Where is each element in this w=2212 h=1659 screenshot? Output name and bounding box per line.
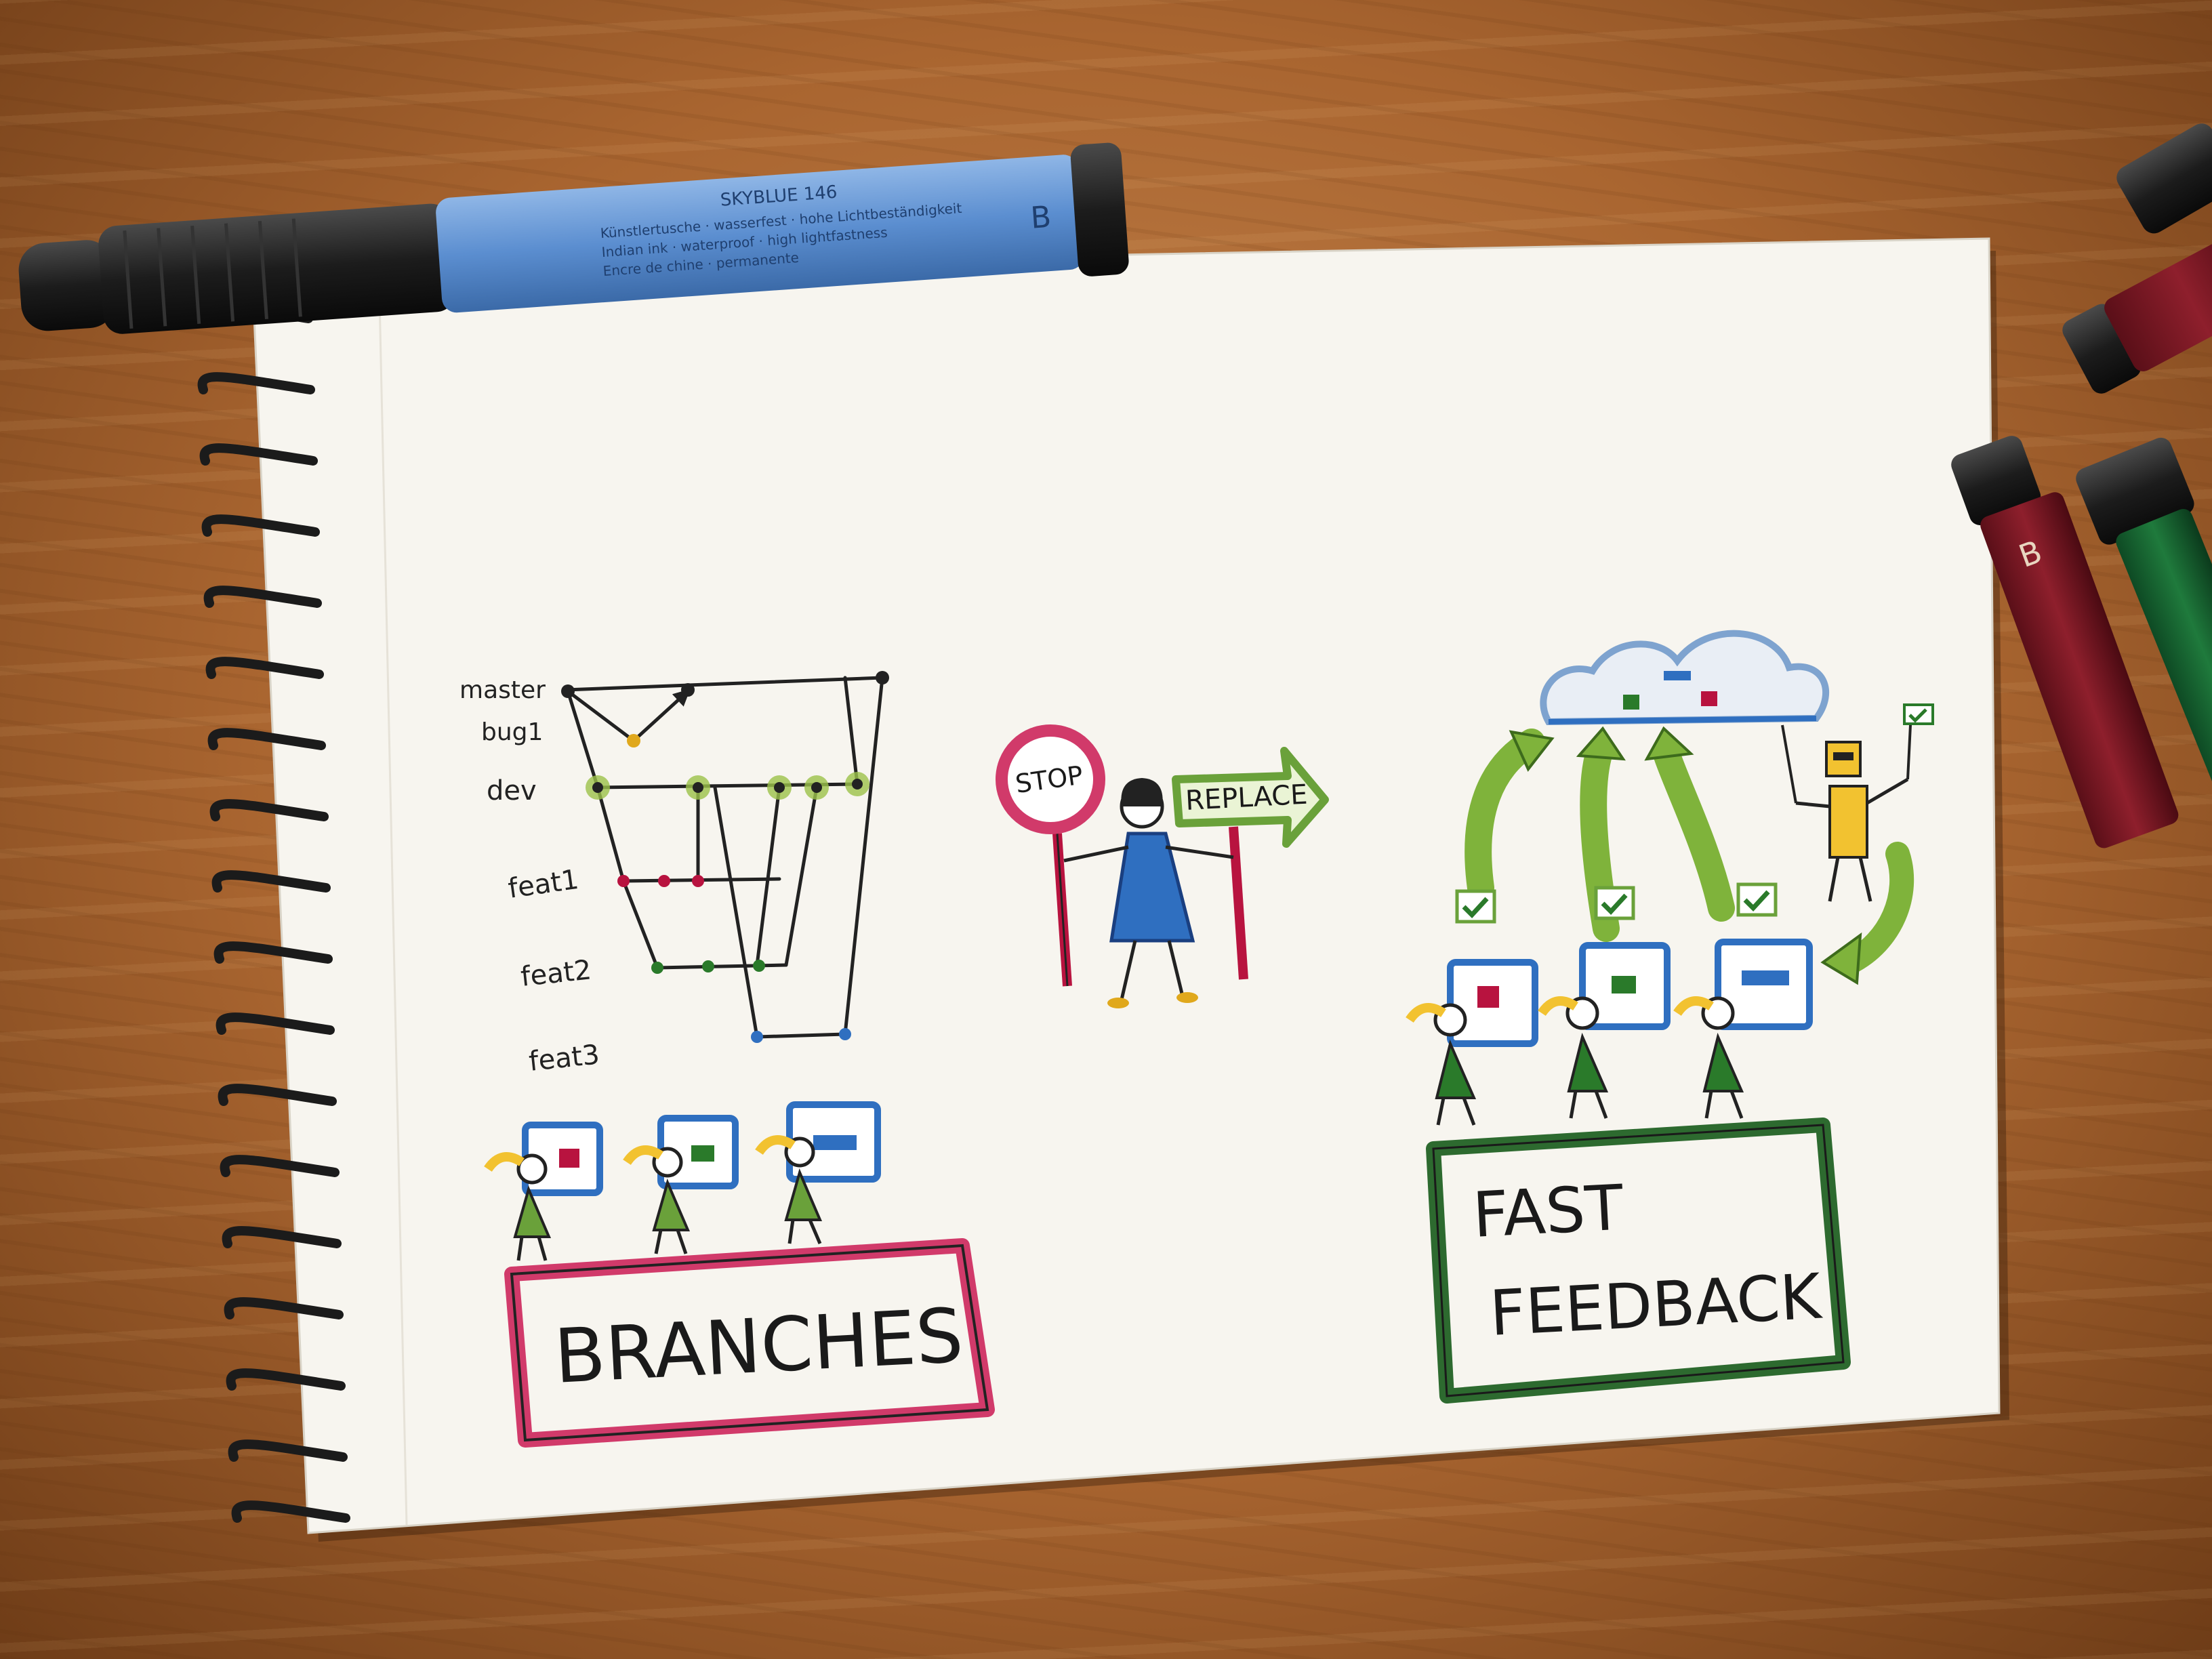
marker-dark-top <box>2116 123 2212 234</box>
fast-feedback-line-1: FAST <box>1471 1171 1626 1252</box>
branch-label-bug1: bug1 <box>481 718 543 746</box>
replace-arrow-text: REPLACE <box>1185 779 1308 817</box>
branch-label-master: master <box>459 676 546 704</box>
pen-size-letter: B <box>1029 200 1052 236</box>
marker-red-top <box>2062 230 2212 394</box>
branch-label-dev: dev <box>487 775 537 806</box>
sketchbook-photo: SKYBLUE 146 Künstlertusche · wasserfest … <box>18 123 2212 1542</box>
